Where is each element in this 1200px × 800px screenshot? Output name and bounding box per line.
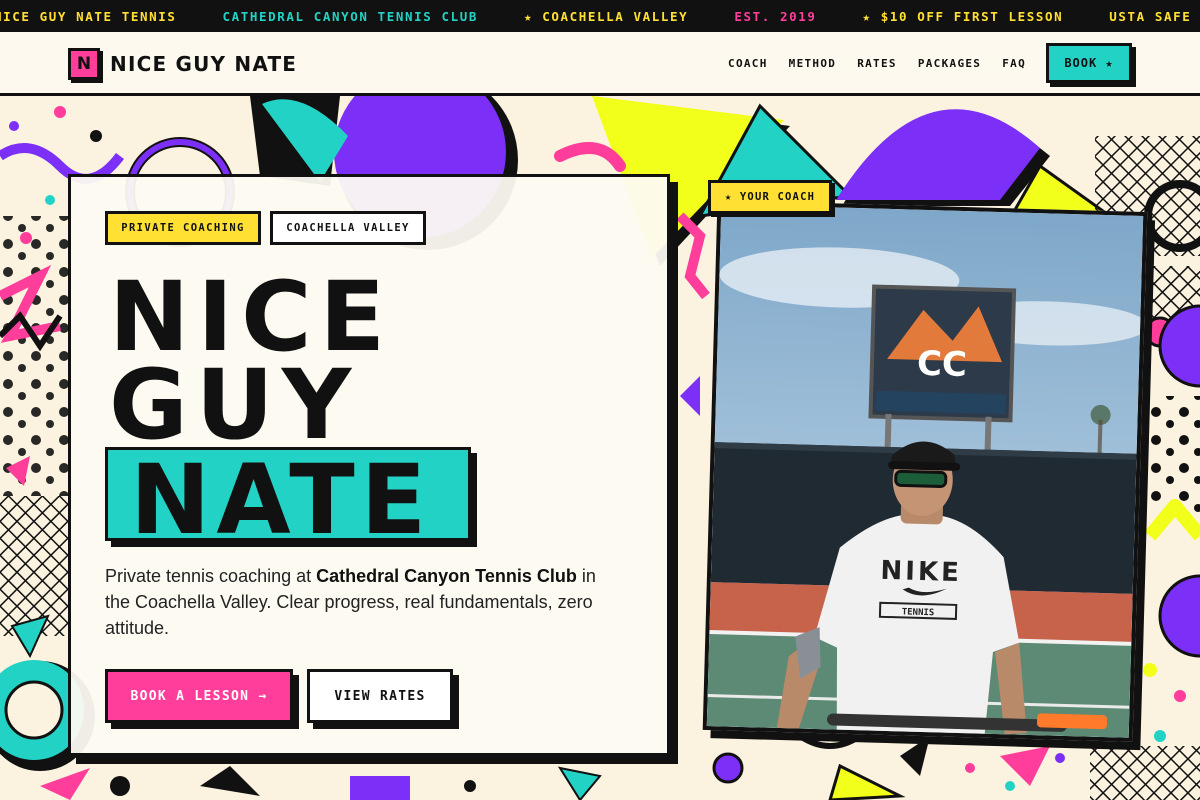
shirt-brand-text: NIKE: [880, 556, 962, 588]
hero-title-highlight: NATE: [105, 447, 471, 548]
hero-title-line-3: NATE: [130, 444, 433, 556]
description-pre: Private tennis coaching at: [105, 566, 317, 586]
nav-link-method[interactable]: METHOD: [789, 57, 837, 70]
coach-photo: CC NIKE TENNIS: [702, 200, 1148, 742]
ticker-item: ★ $10 OFF FIRST LESSON: [862, 8, 1064, 24]
site-header: N NICE GUY NATE COACH METHOD RATES PACKA…: [0, 32, 1200, 96]
tag-location: COACHELLA VALLEY: [270, 211, 426, 245]
tag-private-coaching: PRIVATE COACHING: [105, 211, 261, 245]
ticker-item: NICE GUY NATE TENNIS: [0, 8, 177, 24]
ticker-track: NICE GUY NATE TENNIS CATHEDRAL CANYON TE…: [0, 0, 1200, 32]
ticker-item: CATHEDRAL CANYON TENNIS CLUB: [222, 8, 479, 24]
ticker-item: EST. 2019: [734, 8, 817, 24]
ticker-item: ★ COACHELLA VALLEY: [524, 8, 689, 24]
view-rates-button[interactable]: VIEW RATES: [307, 669, 453, 723]
logo-text: NICE GUY NATE: [110, 52, 298, 76]
logo-mark: N: [68, 48, 100, 80]
hero-title-line-2: GUY: [109, 349, 360, 461]
sign-text: CC: [916, 344, 967, 385]
hero-card: PRIVATE COACHING COACHELLA VALLEY NICE G…: [68, 174, 670, 756]
nav-link-rates[interactable]: RATES: [857, 57, 897, 70]
shirt-sub-text: TENNIS: [902, 607, 935, 618]
nav-link-packages[interactable]: PACKAGES: [918, 57, 981, 70]
nav-link-faq[interactable]: FAQ: [1002, 57, 1026, 70]
book-button[interactable]: BOOK ★: [1046, 43, 1132, 83]
announcement-ticker: NICE GUY NATE TENNIS CATHEDRAL CANYON TE…: [0, 0, 1200, 32]
ticker-item: USTA SAFE PLAY: [1109, 8, 1200, 24]
hero-section: PRIVATE COACHING COACHELLA VALLEY NICE G…: [0, 96, 1200, 800]
book-lesson-button[interactable]: BOOK A LESSON →: [105, 669, 293, 723]
site-logo[interactable]: N NICE GUY NATE: [68, 48, 297, 80]
coach-photo-image: CC NIKE TENNIS: [706, 204, 1144, 738]
nav-link-coach[interactable]: COACH: [728, 57, 768, 70]
your-coach-tag: ★ YOUR COACH: [708, 180, 832, 214]
description-club-name: Cathedral Canyon Tennis Club: [316, 566, 577, 586]
nav-links: COACH METHOD RATES PACKAGES FAQ: [707, 57, 1026, 70]
hero-description: Private tennis coaching at Cathedral Can…: [105, 563, 605, 641]
